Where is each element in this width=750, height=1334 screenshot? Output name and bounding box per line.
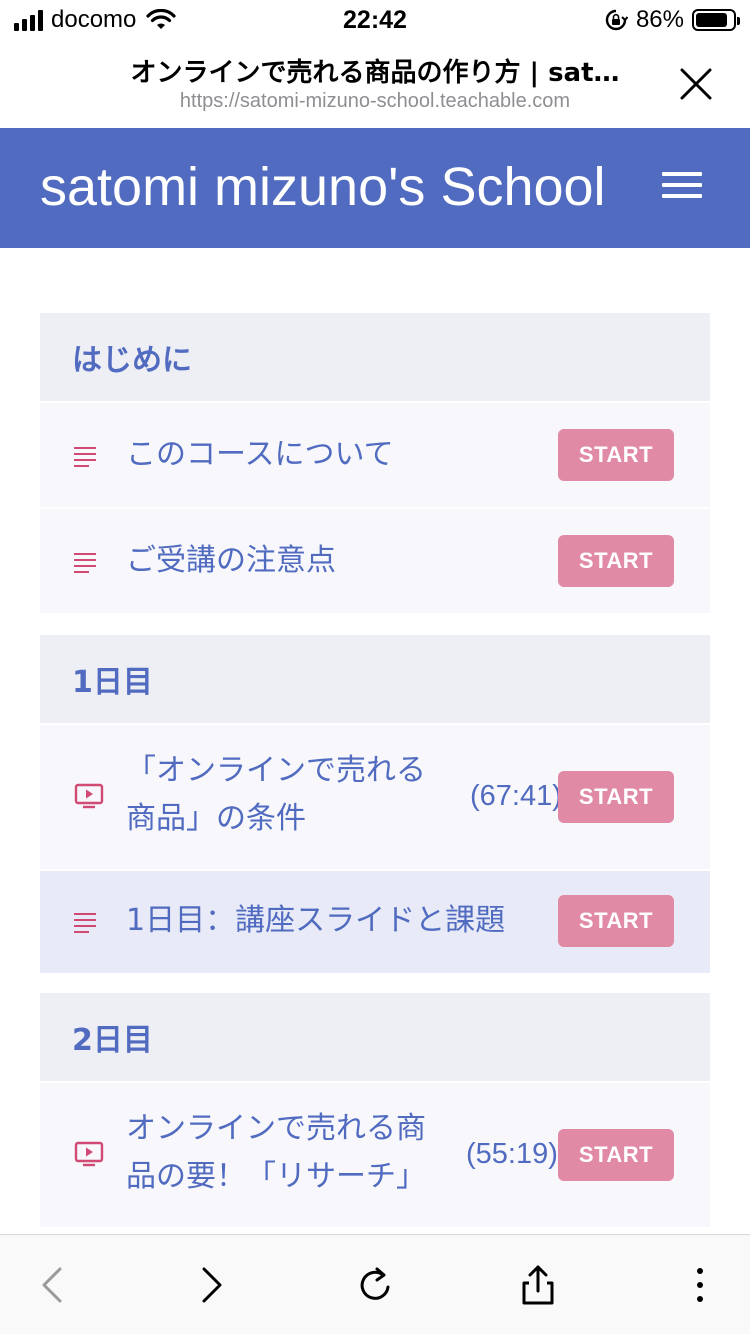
lecture-title[interactable]: オンラインで売れる商 品の要！「リサーチ」: [126, 1105, 426, 1201]
section-title: 1日目: [40, 635, 710, 723]
status-right: 86%: [604, 6, 740, 34]
section-day1: 1日目 「オンラインで売れる 商品」の条件 (67:41) START 1日目：…: [40, 635, 710, 973]
lecture-title[interactable]: ご受講の注意点: [126, 537, 336, 585]
curriculum: はじめに このコースについて START ご受講の注意点 START 1日目 「…: [0, 248, 750, 1234]
page-title: オンラインで売れる商品の作り方 | sat…: [130, 58, 620, 88]
reload-icon[interactable]: [353, 1261, 397, 1309]
section-title: はじめに: [40, 313, 710, 401]
lecture-row[interactable]: オンラインで売れる商 品の要！「リサーチ」 (55:19) START: [40, 1081, 710, 1227]
browser-header: オンラインで売れる商品の作り方 | sat… https://satomi-mi…: [0, 42, 750, 128]
rotation-lock-icon: [605, 9, 628, 31]
lecture-title[interactable]: 1日目：講座スライドと課題: [126, 897, 505, 945]
section-hajimeni: はじめに このコースについて START ご受講の注意点 START: [40, 313, 710, 613]
text-lecture-icon: [74, 447, 96, 467]
start-button[interactable]: START: [558, 429, 674, 481]
lecture-row[interactable]: ご受講の注意点 START: [40, 507, 710, 613]
school-name[interactable]: satomi mizuno's School: [40, 156, 606, 218]
lecture-title-line: 商品」の条件: [126, 801, 306, 836]
start-button[interactable]: START: [558, 535, 674, 587]
text-lecture-icon: [74, 913, 96, 933]
lecture-title[interactable]: このコースについて: [126, 431, 394, 479]
section-title: 2日目: [40, 993, 710, 1081]
school-header: satomi mizuno's School: [0, 128, 750, 248]
lecture-title-line: 「オンラインで売れる: [126, 753, 426, 788]
status-bar: docomo 22:42 86%: [0, 0, 750, 42]
start-button[interactable]: START: [558, 895, 674, 947]
lecture-title-line: オンラインで売れる商: [126, 1111, 426, 1146]
lecture-row[interactable]: 1日目：講座スライドと課題 START: [40, 869, 710, 973]
video-lecture-icon: [74, 783, 104, 809]
video-lecture-icon: [74, 1141, 104, 1167]
battery-percent: 86%: [635, 6, 684, 33]
share-icon[interactable]: [516, 1261, 560, 1309]
back-icon[interactable]: [30, 1261, 74, 1309]
more-icon[interactable]: [678, 1261, 722, 1309]
menu-icon[interactable]: [662, 172, 702, 202]
start-button[interactable]: START: [558, 1129, 674, 1181]
lecture-duration: (67:41): [470, 780, 562, 812]
page-url[interactable]: https://satomi-mizuno-school.teachable.c…: [90, 90, 660, 113]
lecture-row[interactable]: このコースについて START: [40, 401, 710, 507]
lecture-row[interactable]: 「オンラインで売れる 商品」の条件 (67:41) START: [40, 723, 710, 869]
lecture-title[interactable]: 「オンラインで売れる 商品」の条件: [126, 747, 426, 843]
lecture-duration: (55:19): [466, 1138, 558, 1170]
forward-icon[interactable]: [190, 1261, 234, 1309]
start-button[interactable]: START: [558, 771, 674, 823]
text-lecture-icon: [74, 553, 96, 573]
browser-toolbar: [0, 1234, 750, 1334]
battery-icon: [692, 9, 740, 31]
lecture-title-line: 品の要！「リサーチ」: [126, 1159, 426, 1194]
close-icon[interactable]: [676, 64, 716, 104]
section-day2: 2日目 オンラインで売れる商 品の要！「リサーチ」 (55:19) START: [40, 993, 710, 1227]
